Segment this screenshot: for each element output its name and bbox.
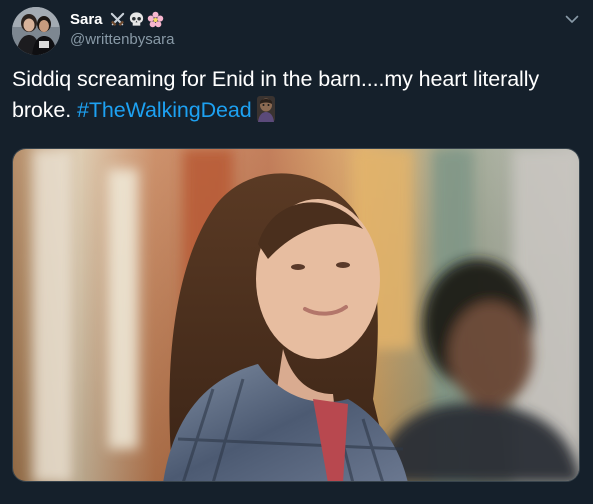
avatar[interactable] (12, 7, 60, 55)
skull-icon (129, 11, 143, 26)
avatar-photo (12, 7, 60, 55)
tweet-text: Siddiq screaming for Enid in the barn...… (12, 64, 584, 126)
display-name-row[interactable]: Sara (70, 9, 164, 29)
user-handle[interactable]: @writtenbysara (70, 31, 174, 48)
tweet-card: Sara @writtenbysara Siddiq screaming for… (0, 0, 593, 504)
tweet-media-image[interactable] (12, 148, 580, 482)
zombie-icon (256, 96, 275, 122)
crossed-swords-icon (110, 12, 124, 26)
photo-two-people-outdoors (13, 149, 579, 481)
chevron-down-icon[interactable] (563, 10, 581, 28)
display-name[interactable]: Sara (70, 11, 103, 28)
cherry-blossom-icon (147, 11, 163, 27)
tweet-text-line1: Siddiq screaming for Enid in the barn...… (12, 67, 540, 91)
hashtag-link[interactable]: #TheWalkingDead (77, 98, 252, 122)
tweet-text-line2: broke. (12, 98, 78, 122)
